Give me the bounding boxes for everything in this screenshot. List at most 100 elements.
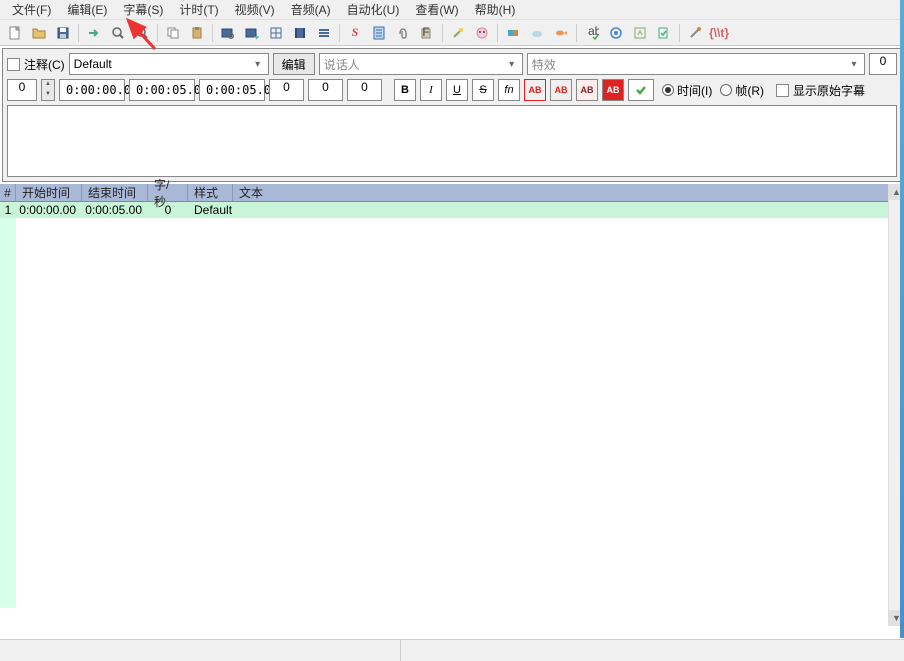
attachments-button[interactable] (392, 22, 414, 44)
time-radio[interactable]: 时间(I) (662, 82, 712, 99)
svg-text:F: F (422, 26, 429, 39)
shift-times-tool-button[interactable] (502, 22, 524, 44)
layer-input[interactable]: 0 (7, 79, 37, 101)
copy-button[interactable] (162, 22, 184, 44)
assdraw-button[interactable] (471, 22, 493, 44)
grid-cell-end: 0:00:05.00 (82, 202, 148, 218)
chevron-down-icon: ▾ (250, 59, 266, 70)
layer-spinner[interactable]: ▲ ▼ (41, 79, 55, 101)
styles-manager-button[interactable]: S (344, 22, 366, 44)
strikeout-button[interactable]: S (472, 79, 494, 101)
start-time-input[interactable]: 0:00:00.00 (59, 79, 125, 101)
menu-view[interactable]: 查看(W) (407, 0, 466, 20)
secondary-color-button[interactable]: AB (550, 79, 572, 101)
timing-processor-button[interactable] (653, 22, 675, 44)
options-button[interactable] (684, 22, 706, 44)
save-icon (56, 26, 70, 40)
primary-color-button[interactable]: AB (524, 79, 546, 101)
shadow-color-button[interactable]: AB (602, 79, 624, 101)
menu-audio[interactable]: 音频(A) (283, 0, 339, 20)
grid-header-text[interactable]: 文本 (233, 184, 904, 201)
tools-icon (688, 26, 702, 40)
kanji-timer-button[interactable] (550, 22, 572, 44)
zoom-out-button[interactable] (131, 22, 153, 44)
menu-timing[interactable]: 计时(T) (171, 0, 226, 20)
edit-panel: 注释(C) Default ▾ 编辑 说话人 ▾ 特效 ▾ 0 0 ▲ ▼ 0:… (2, 48, 902, 182)
subtitle-grid: # 开始时间 结束时间 字/秒 样式 文本 1 0:00:00.00 0:00:… (0, 184, 904, 626)
target-icon (609, 26, 623, 40)
translation-assistant-button[interactable] (605, 22, 627, 44)
paste-button[interactable] (186, 22, 208, 44)
automation-button[interactable] (447, 22, 469, 44)
arrow-right-icon (87, 26, 101, 40)
spinner-down-icon[interactable]: ▼ (42, 90, 54, 100)
comment-label: 注释(C) (24, 56, 65, 73)
effect-placeholder: 特效 (532, 56, 556, 73)
select-lines-button[interactable] (313, 22, 335, 44)
paste-icon (190, 26, 204, 40)
time-radio-label: 时间(I) (677, 82, 712, 99)
timing-post-button[interactable] (526, 22, 548, 44)
open-file-button[interactable] (28, 22, 50, 44)
fonts-icon: F (420, 26, 434, 40)
chevron-down-icon: ▾ (504, 59, 520, 70)
menu-file[interactable]: 文件(F) (4, 0, 59, 20)
grid-row[interactable]: 1 0:00:00.00 0:00:05.00 0 Default (0, 202, 904, 218)
underline-button[interactable]: U (446, 79, 468, 101)
comment-checkbox[interactable]: 注释(C) (7, 56, 65, 73)
grid-cell-num: 1 (0, 202, 16, 218)
font-button[interactable]: fn (498, 79, 520, 101)
paperclip-icon (396, 26, 410, 40)
shift-icon (506, 26, 520, 40)
chars-count: 0 (869, 53, 897, 75)
properties-button[interactable] (368, 22, 390, 44)
chevron-down-icon: ▾ (846, 59, 862, 70)
save-file-button[interactable] (52, 22, 74, 44)
wand-icon (451, 26, 465, 40)
margin-vert-input[interactable]: 0 (347, 79, 382, 101)
resample-button[interactable] (629, 22, 651, 44)
zoom-button[interactable] (107, 22, 129, 44)
grid-header-cps[interactable]: 字/秒 (148, 184, 188, 201)
subtitle-text-input[interactable] (7, 105, 897, 177)
sort-lines-button[interactable] (289, 22, 311, 44)
bold-button[interactable]: B (394, 79, 416, 101)
grid-empty-gutter (0, 218, 16, 608)
commit-button[interactable] (628, 79, 654, 101)
duration-input[interactable]: 0:00:05.00 (199, 79, 265, 101)
italic-button[interactable]: I (420, 79, 442, 101)
menu-automation[interactable]: 自动化(U) (339, 0, 408, 20)
end-time-input[interactable]: 0:00:05.00 (129, 79, 195, 101)
style-combo[interactable]: Default ▾ (69, 53, 269, 75)
grid-header-end[interactable]: 结束时间 (82, 184, 148, 201)
copy-icon (166, 26, 180, 40)
shift-times-button[interactable] (265, 22, 287, 44)
replace-button[interactable] (241, 22, 263, 44)
grid-header-num[interactable]: # (0, 184, 16, 201)
menubar: 文件(F) 编辑(E) 字幕(S) 计时(T) 视频(V) 音频(A) 自动化(… (0, 0, 904, 20)
menu-subtitle[interactable]: 字幕(S) (115, 0, 171, 20)
actor-combo[interactable]: 说话人 ▾ (319, 53, 523, 75)
style-value: Default (74, 57, 112, 71)
menu-help[interactable]: 帮助(H) (467, 0, 524, 20)
grid-cell-cps: 0 (148, 202, 188, 218)
spell-check-button[interactable]: ab (581, 22, 603, 44)
cycle-tag-button[interactable]: {\\t} (708, 22, 730, 44)
new-file-button[interactable] (4, 22, 26, 44)
effect-combo[interactable]: 特效 ▾ (527, 53, 865, 75)
menu-video[interactable]: 视频(V) (227, 0, 283, 20)
check-doc-icon (657, 26, 671, 40)
find-button[interactable] (217, 22, 239, 44)
grid-header-style[interactable]: 样式 (188, 184, 233, 201)
fonts-collector-button[interactable]: F (416, 22, 438, 44)
margin-right-input[interactable]: 0 (308, 79, 343, 101)
grid-header-start[interactable]: 开始时间 (16, 184, 82, 201)
edit-style-button[interactable]: 编辑 (273, 53, 315, 75)
frame-radio[interactable]: 帧(R) (720, 82, 764, 99)
margin-left-input[interactable]: 0 (269, 79, 304, 101)
spinner-up-icon[interactable]: ▲ (42, 80, 54, 90)
jump-to-button[interactable] (83, 22, 105, 44)
menu-edit[interactable]: 编辑(E) (59, 0, 115, 20)
show-original-checkbox[interactable]: 显示原始字幕 (776, 82, 865, 99)
outline-color-button[interactable]: AB (576, 79, 598, 101)
